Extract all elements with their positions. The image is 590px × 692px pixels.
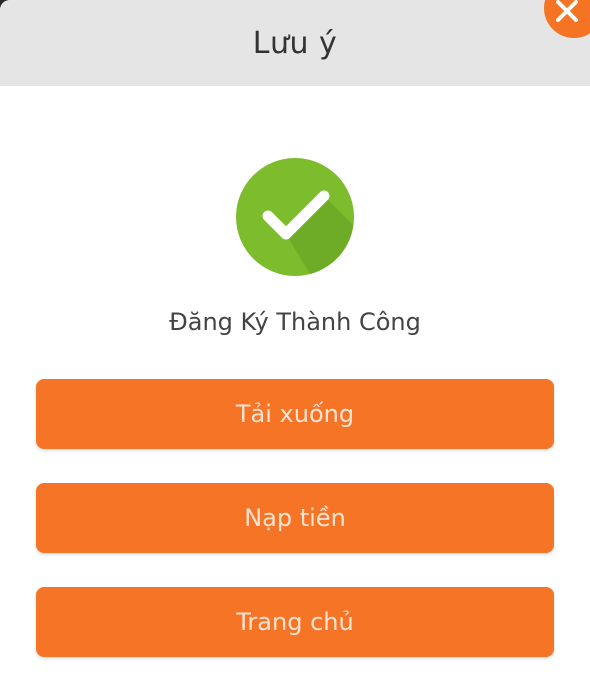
dialog-header: Lưu ý bbox=[0, 0, 590, 86]
registration-status-message: Đăng Ký Thành Công bbox=[169, 308, 421, 336]
close-icon bbox=[556, 0, 578, 22]
check-circle-icon bbox=[236, 158, 354, 276]
home-button[interactable]: Trang chủ bbox=[36, 587, 554, 657]
top-up-button[interactable]: Nạp tiền bbox=[36, 483, 554, 553]
registration-success-dialog: Lưu ý Đăng Ký Thành Công Tải xuống Nạp t… bbox=[0, 0, 590, 692]
dialog-title: Lưu ý bbox=[252, 25, 338, 61]
download-button[interactable]: Tải xuống bbox=[36, 379, 554, 449]
